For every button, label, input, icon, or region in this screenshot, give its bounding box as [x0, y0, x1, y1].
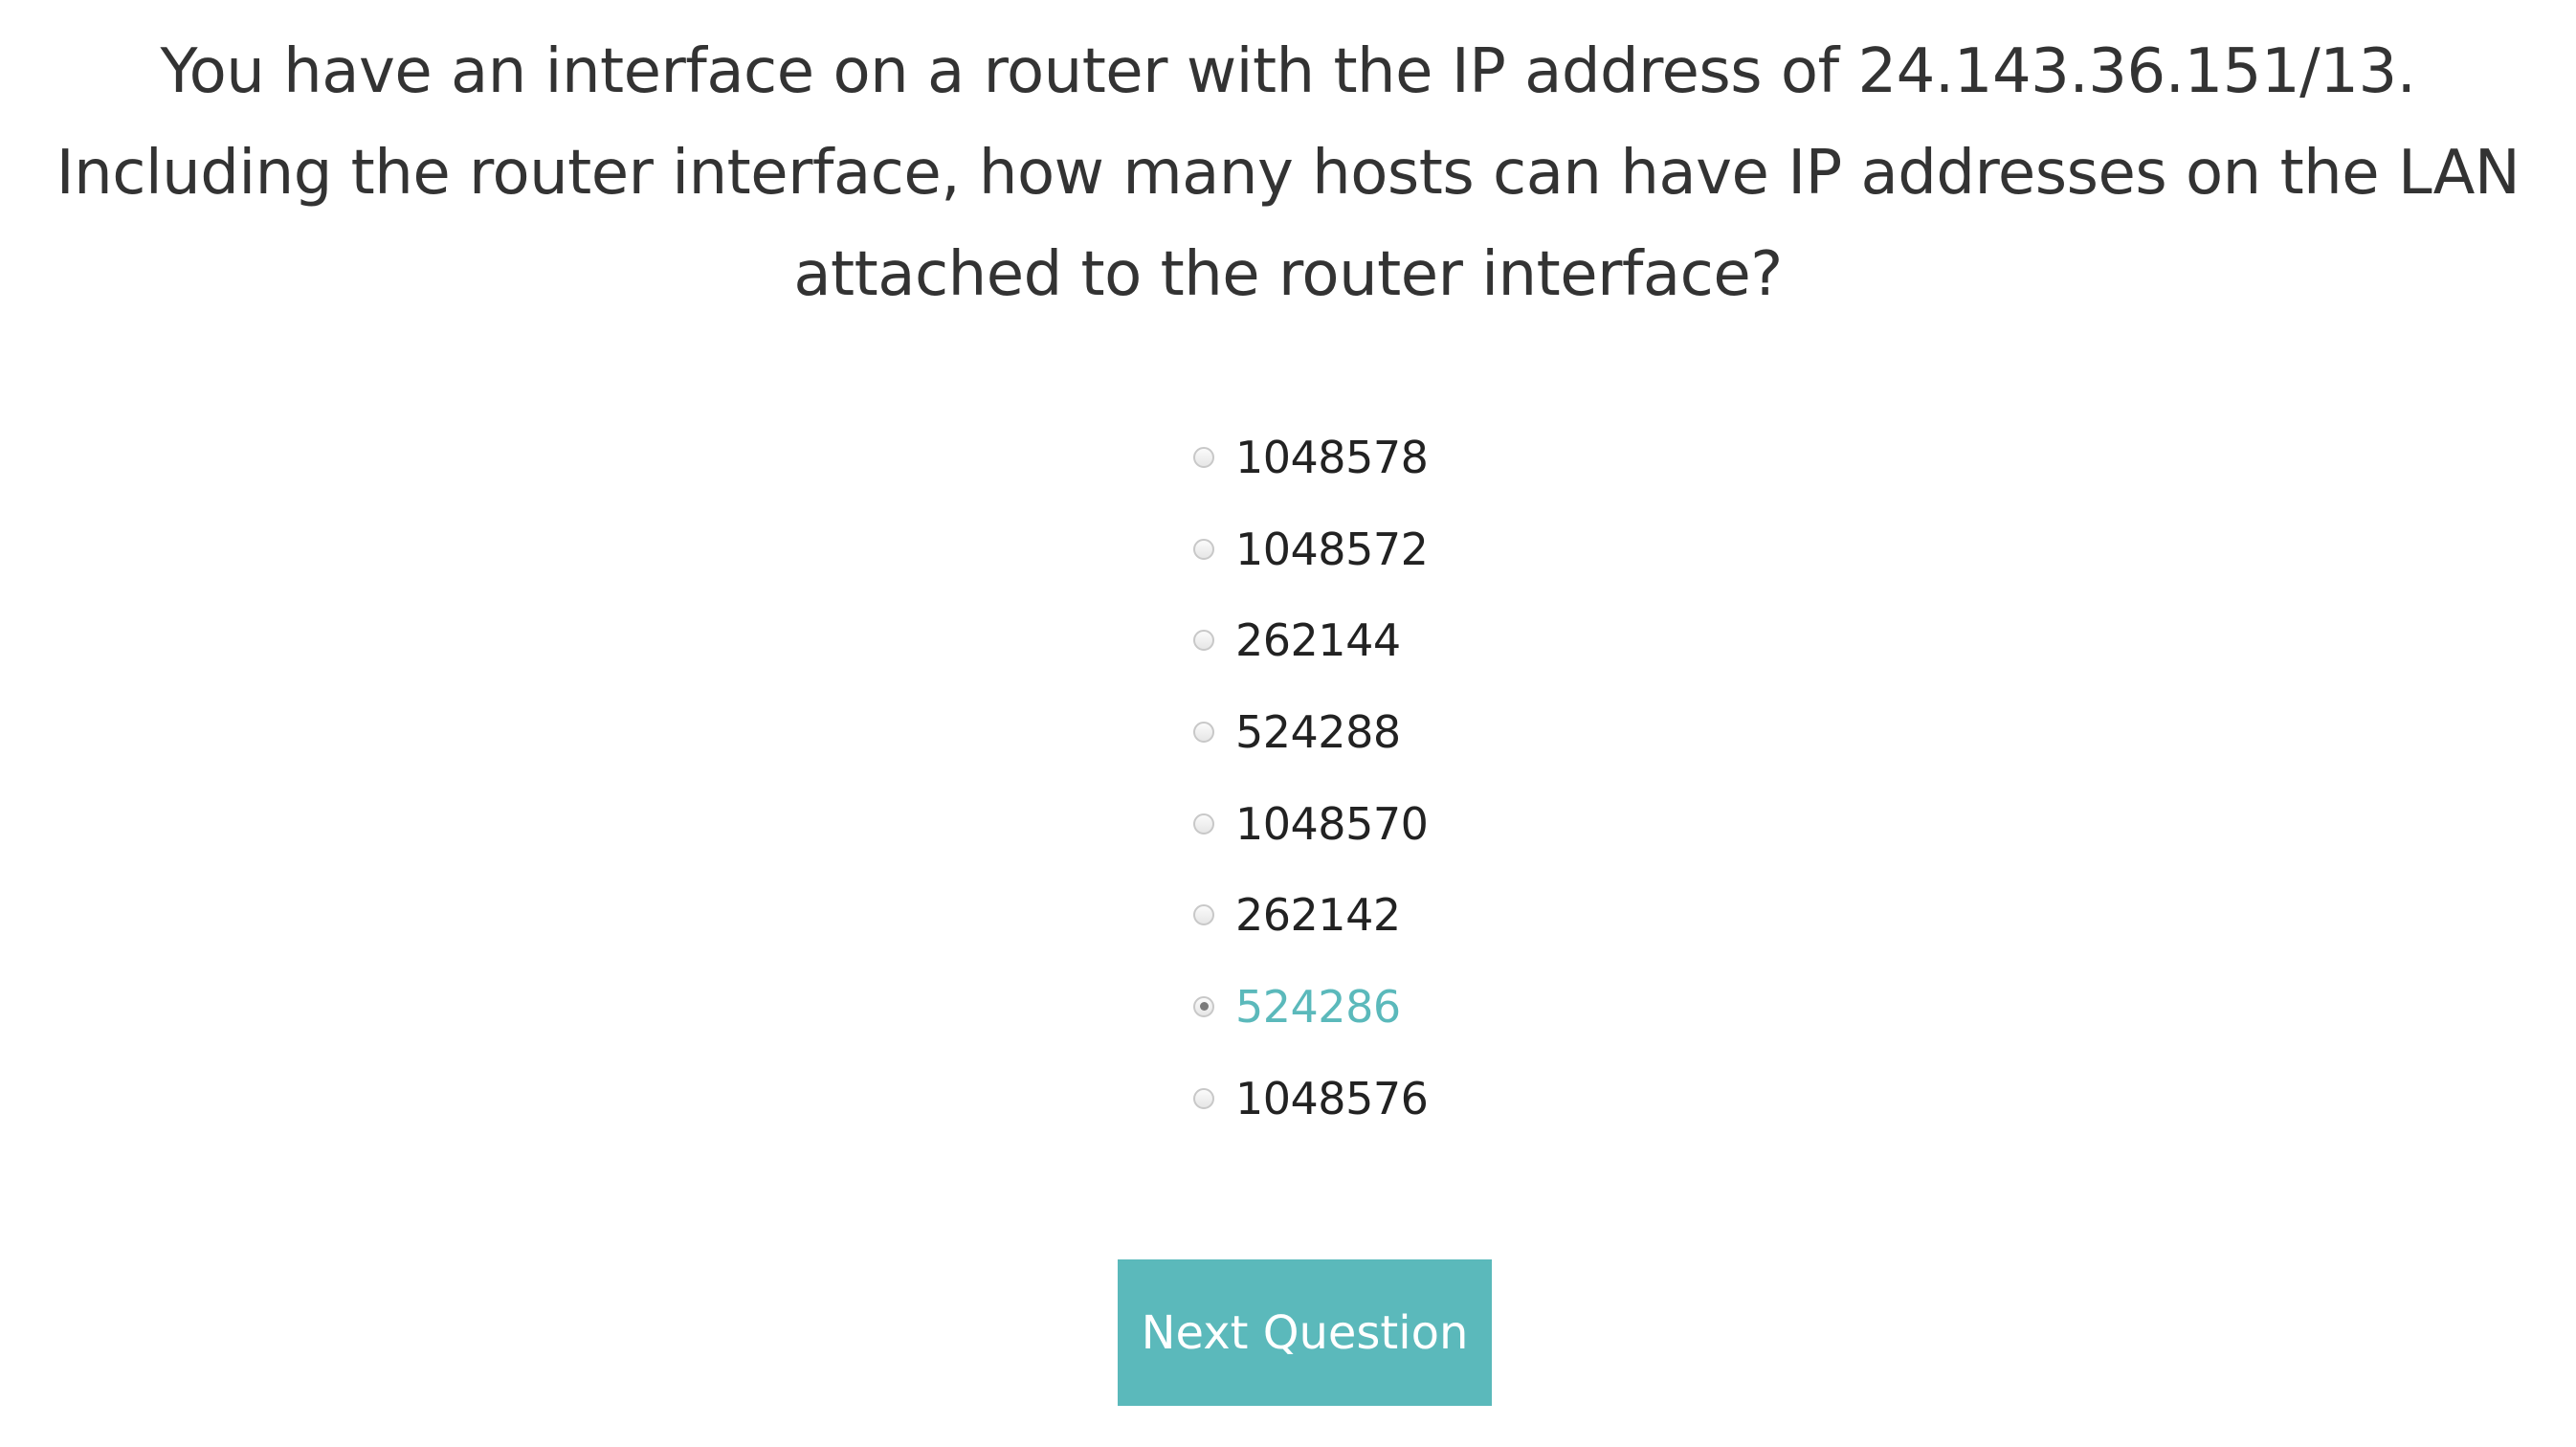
radio-button[interactable] [1193, 721, 1214, 743]
radio-button[interactable] [1193, 995, 1214, 1017]
answer-option[interactable]: 262144 [1187, 594, 1856, 686]
answer-option[interactable]: 1048578 [1187, 412, 1856, 503]
radio-button[interactable] [1193, 538, 1214, 560]
answer-option[interactable]: 1048576 [1187, 1053, 1856, 1145]
answer-option[interactable]: 262142 [1187, 869, 1856, 961]
answer-option-label: 524286 [1235, 980, 1401, 1033]
answer-option[interactable]: 524288 [1187, 686, 1856, 778]
answer-option-label: 524288 [1235, 705, 1401, 758]
radio-button[interactable] [1193, 630, 1214, 652]
radio-button[interactable] [1193, 446, 1214, 468]
radio-button[interactable] [1193, 904, 1214, 926]
answer-option[interactable]: 1048572 [1187, 503, 1856, 595]
radio-button[interactable] [1193, 1087, 1214, 1109]
answer-option-label: 1048576 [1235, 1072, 1429, 1124]
answer-option-label: 262142 [1235, 889, 1401, 942]
next-question-button[interactable]: Next Question [1118, 1259, 1492, 1406]
answer-options: 1048578 1048572 262144 524288 1048570 26… [1187, 412, 1856, 1145]
answer-option[interactable]: 524286 [1187, 961, 1856, 1053]
answer-option-label: 1048572 [1235, 523, 1429, 575]
answer-option-label: 262144 [1235, 614, 1401, 667]
radio-button[interactable] [1193, 813, 1214, 835]
answer-option-label: 1048578 [1235, 431, 1429, 483]
answer-option[interactable]: 1048570 [1187, 778, 1856, 870]
answer-option-label: 1048570 [1235, 797, 1429, 850]
question-text: You have an interface on a router with t… [56, 36, 2520, 310]
